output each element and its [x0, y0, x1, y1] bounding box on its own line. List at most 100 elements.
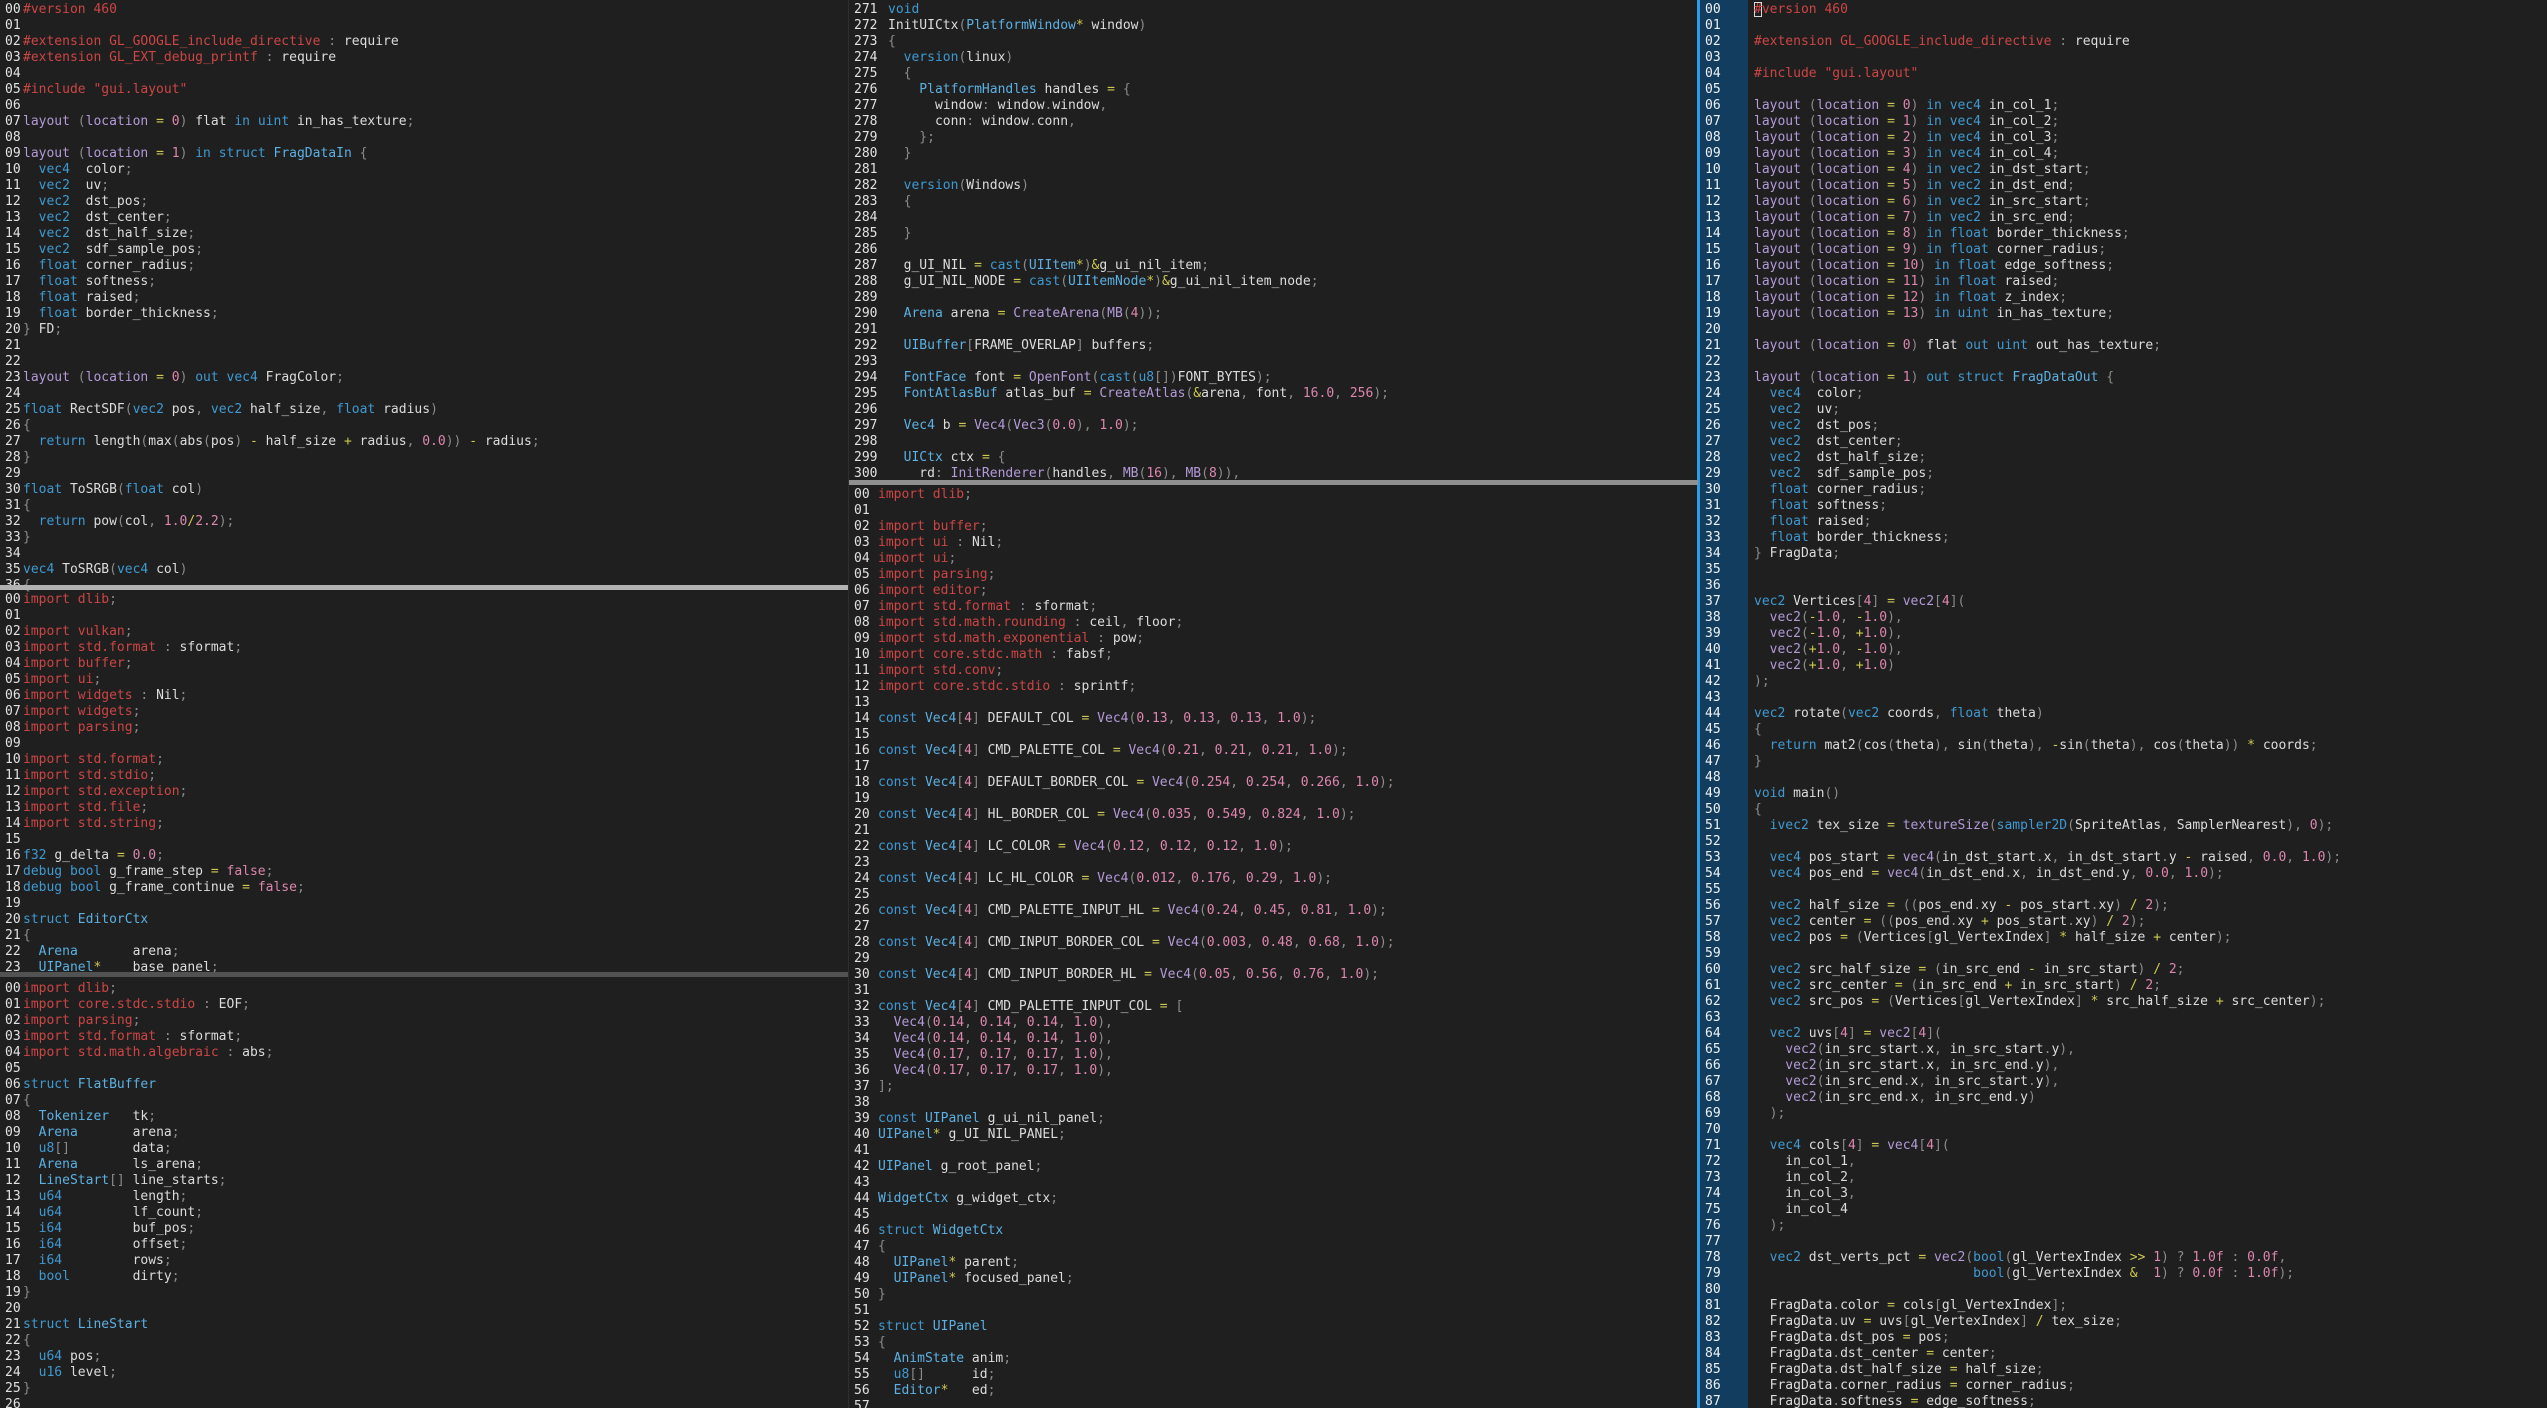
code-token: vec2	[1754, 450, 1817, 465]
code-token: in_dst_start	[1942, 850, 2036, 865]
code-token: 1.0	[1074, 1063, 1097, 1078]
code-token: gl_VertexIndex	[1965, 994, 2075, 1009]
editor-window[interactable]: 00import dlib;0102import buffer;03import…	[849, 485, 1698, 1408]
code-token: pow	[1113, 631, 1136, 646]
code-token: vec2	[1754, 466, 1817, 481]
code-token: (	[203, 434, 211, 449]
code-token: ;	[1942, 1330, 1950, 1345]
code-line: 00import dlib;	[0, 592, 848, 608]
code-token: 0.0f	[2192, 1266, 2223, 1281]
code-token: (	[1809, 306, 1817, 321]
code-token: )),	[1217, 466, 1240, 481]
code-token: )	[180, 114, 196, 129]
code-line: 285 }	[849, 226, 1698, 242]
code-token: Vec4	[925, 743, 956, 758]
code-token: FragData	[1754, 1362, 1832, 1377]
code-token: softness	[1817, 498, 1880, 513]
code-token: 13	[1903, 306, 1919, 321]
code-token: window	[888, 98, 982, 113]
code-token: =	[1887, 146, 1903, 161]
code-token: in_src_end	[1989, 210, 2067, 225]
code-token: corner_radius	[86, 258, 188, 273]
line-number: 16	[0, 258, 23, 274]
code-token: #extension GL_GOOGLE_include_directive	[23, 34, 320, 49]
code-token: (	[925, 1015, 933, 1030]
code-token: vec2	[1754, 1090, 1817, 1105]
code-line: 275 {	[849, 66, 1698, 82]
code-token: in_src_end	[1824, 1090, 1902, 1105]
code-token: =	[1160, 999, 1176, 1014]
code-token: InitRenderer	[951, 466, 1045, 481]
code-pane-right[interactable]: 00#version 4600102#extension GL_GOOGLE_i…	[1697, 0, 2547, 1408]
code-pane-left[interactable]: 00#version 4600102#extension GL_GOOGLE_i…	[0, 0, 848, 1408]
code-token: LineStart	[23, 1173, 109, 1188]
split-separator[interactable]	[849, 480, 1698, 485]
code-token: WidgetCtx	[933, 1223, 1003, 1238]
code-token: (	[1060, 274, 1068, 289]
code-line: 24 u16 level;	[0, 1365, 848, 1381]
code-pane-middle[interactable]: 271void272InitUICtx(PlatformWindow* wind…	[848, 0, 1698, 1408]
code-token: require	[344, 34, 399, 49]
line-number: 13	[0, 210, 23, 226]
code-token: 1.0	[1099, 418, 1122, 433]
code-token: ]	[972, 903, 988, 918]
code-token: =	[1840, 930, 1856, 945]
code-line: 18layout (location = 12) in float z_inde…	[1700, 290, 2547, 306]
code-line: 15 i64 buf_pos;	[0, 1221, 848, 1237]
editor-root: 00#version 4600102#extension GL_GOOGLE_i…	[0, 0, 2547, 1408]
line-number: 01	[849, 503, 878, 519]
code-token: );	[1256, 370, 1272, 385]
editor-window[interactable]: 00import dlib;0102import vulkan;03import…	[0, 590, 848, 974]
code-token: radius	[360, 434, 407, 449]
code-token: in_dst_end	[1926, 866, 2004, 881]
line-number: 18	[0, 880, 23, 896]
line-number: 17	[0, 1253, 23, 1269]
code-token: i64	[23, 1237, 62, 1252]
code-line: 14 vec2 dst_half_size;	[0, 226, 848, 242]
code-token: uv	[1817, 402, 1833, 417]
line-number: 06	[849, 583, 878, 599]
code-line: 24const Vec4[4] LC_HL_COLOR = Vec4(0.012…	[849, 871, 1698, 887]
code-token: ,	[1277, 967, 1293, 982]
split-separator[interactable]	[0, 585, 848, 590]
code-line: 00import dlib;	[849, 487, 1698, 503]
code-token: #extension GL_EXT_debug_printf	[23, 50, 258, 65]
code-token: *	[1076, 18, 1084, 33]
code-line: 09 Arena arena;	[0, 1125, 848, 1141]
code-token: 1.0	[1817, 642, 1840, 657]
code-token: =	[156, 370, 172, 385]
line-number: 292	[849, 338, 888, 354]
editor-window[interactable]: 271void272InitUICtx(PlatformWindow* wind…	[849, 0, 1698, 482]
code-token: :	[2224, 1266, 2247, 1281]
code-token: =	[1950, 1362, 1966, 1377]
editor-window[interactable]: 00import dlib;01import core.stdc.stdio :…	[0, 977, 848, 1408]
code-token: vec2	[1934, 1250, 1965, 1265]
code-token: 0.012	[1136, 871, 1175, 886]
line-number: 276	[849, 82, 888, 98]
code-token: length	[93, 434, 140, 449]
code-token: ,	[2169, 866, 2185, 881]
line-number: 66	[1700, 1058, 1748, 1074]
editor-window[interactable]: 00#version 4600102#extension GL_GOOGLE_i…	[0, 0, 848, 592]
code-token: }	[23, 450, 31, 465]
code-token: )	[234, 434, 250, 449]
line-number: 55	[849, 1367, 878, 1383]
code-token: ),	[1076, 418, 1099, 433]
code-token: 0	[1903, 98, 1911, 113]
code-token: (	[1160, 743, 1168, 758]
code-token: location	[1817, 146, 1887, 161]
code-token: ]	[1871, 594, 1887, 609]
code-token: 9	[1903, 242, 1911, 257]
code-token: x	[2012, 866, 2020, 881]
code-token: }	[1754, 754, 1762, 769]
split-separator[interactable]	[0, 972, 848, 977]
code-token: in_col_2	[1754, 1170, 1848, 1185]
code-token: 1.0	[2185, 866, 2208, 881]
code-line: 82 FragData.uv = uvs[gl_VertexIndex] / t…	[1700, 1314, 2547, 1330]
code-token: 4	[964, 967, 972, 982]
editor-window[interactable]: 00#version 4600102#extension GL_GOOGLE_i…	[1700, 0, 2547, 1408]
code-token: #version 460	[23, 2, 117, 17]
code-token: edge_softness	[1926, 1394, 2028, 1408]
code-line: 282 version(Windows)	[849, 178, 1698, 194]
line-number: 53	[849, 1335, 878, 1351]
